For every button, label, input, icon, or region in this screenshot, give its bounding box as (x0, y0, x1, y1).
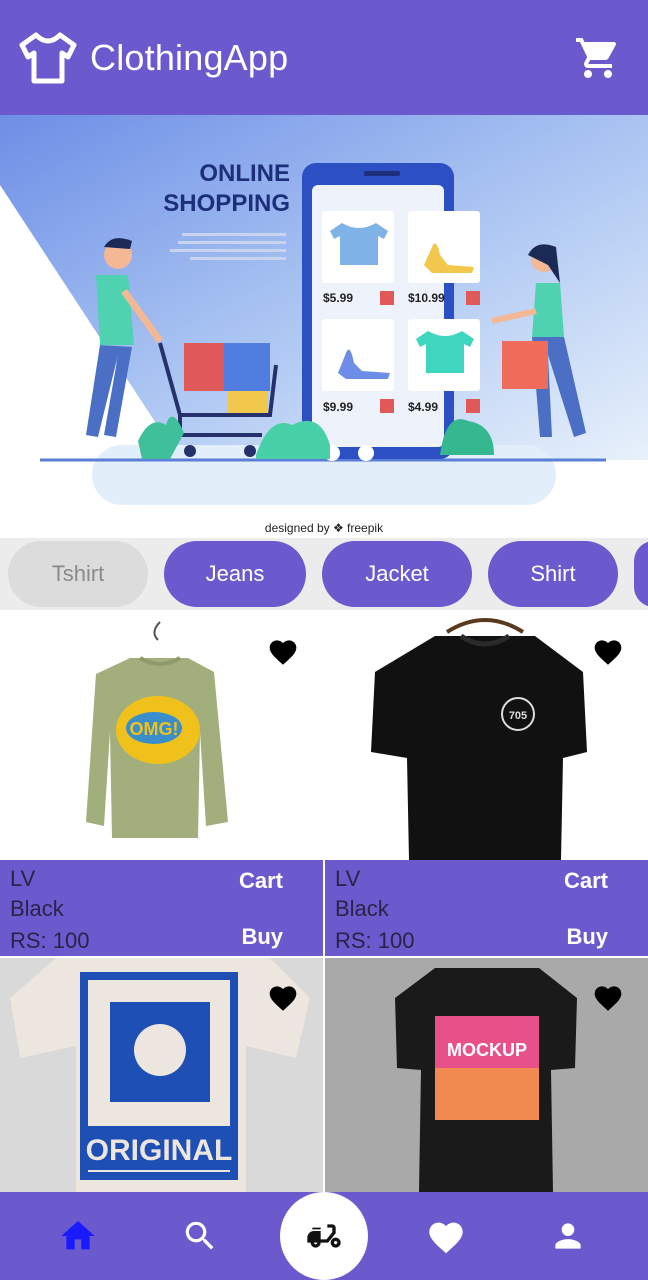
product-card[interactable]: ORIGINAL (0, 958, 323, 1192)
product-info: LV Black RS: 100 Cart Buy (0, 860, 323, 956)
favorite-heart-icon[interactable] (592, 636, 624, 666)
favorite-heart-icon[interactable] (267, 982, 299, 1012)
category-chip-shirt[interactable]: Shirt (488, 541, 618, 607)
tshirt-icon (18, 30, 78, 86)
category-chip-jeans[interactable]: Jeans (164, 541, 306, 607)
profile-icon[interactable] (544, 1212, 592, 1260)
product-card[interactable]: OMG! LV Black RS: 100 Cart Buy (0, 612, 323, 956)
product-info: LV Black RS: 100 Cart Buy (325, 860, 648, 956)
product-brand: LV (10, 866, 36, 891)
product-card[interactable]: 705 LV Black RS: 100 Cart Buy (325, 612, 648, 956)
add-to-cart-button[interactable]: Cart (564, 868, 608, 894)
category-chip-jacket[interactable]: Jacket (322, 541, 472, 607)
product-card[interactable]: MOCKUP (325, 958, 648, 1192)
svg-text:705: 705 (509, 710, 527, 722)
buy-button[interactable]: Buy (241, 924, 283, 950)
category-chip-tshirt[interactable]: Tshirt (8, 541, 148, 607)
buy-button[interactable]: Buy (566, 924, 608, 950)
banner-headline: ONLINE SHOPPING (150, 159, 290, 219)
product-color: Black (10, 896, 64, 921)
svg-text:OMG!: OMG! (130, 719, 179, 739)
product-image[interactable]: OMG! (0, 612, 323, 860)
search-icon[interactable] (176, 1212, 224, 1260)
banner-price: $4.99 (408, 400, 439, 414)
category-chip-more[interactable] (634, 541, 648, 607)
svg-text:ORIGINAL: ORIGINAL (86, 1134, 233, 1167)
promo-banner[interactable]: ONLINE SHOPPING $5.99 $10.99 $9.99 $4.99… (0, 115, 648, 540)
app-title: ClothingApp (90, 36, 289, 78)
product-image[interactable]: ORIGINAL (0, 958, 323, 1192)
favorite-heart-icon[interactable] (592, 982, 624, 1012)
banner-price: $10.99 (408, 291, 445, 305)
banner-headline-line1: ONLINE (199, 160, 290, 187)
product-image[interactable]: MOCKUP (325, 958, 648, 1192)
banner-price: $9.99 (323, 400, 354, 414)
shopping-cart-icon[interactable] (574, 34, 622, 82)
svg-text:MOCKUP: MOCKUP (447, 1040, 527, 1060)
banner-credit: designed by ❖ freepik (264, 521, 384, 535)
product-price: RS: 100 (335, 928, 415, 953)
delivery-scooter-icon[interactable] (280, 1192, 368, 1280)
banner-price: $5.99 (323, 291, 354, 305)
app-bar: ClothingApp (0, 0, 648, 115)
product-brand: LV (335, 866, 361, 891)
product-price: RS: 100 (10, 928, 90, 953)
banner-headline-line2: SHOPPING (163, 190, 290, 217)
product-color: Black (335, 896, 389, 921)
category-bar[interactable]: Tshirt Jeans Jacket Shirt (0, 538, 648, 610)
favorite-heart-icon[interactable] (267, 636, 299, 666)
home-icon[interactable] (54, 1212, 102, 1260)
product-image[interactable]: 705 (325, 612, 648, 860)
heart-icon[interactable] (422, 1212, 470, 1260)
add-to-cart-button[interactable]: Cart (239, 868, 283, 894)
